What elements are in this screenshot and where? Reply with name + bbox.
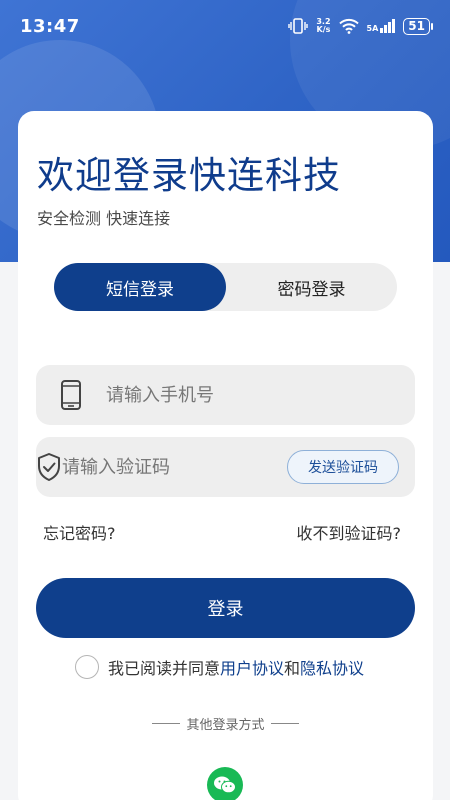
divider-line	[152, 723, 181, 724]
tab-password-login[interactable]: 密码登录	[226, 263, 397, 311]
page-title: 欢迎登录快连科技	[37, 154, 341, 197]
verification-code-field[interactable]: 发送验证码	[36, 437, 415, 497]
user-agreement-link[interactable]: 用户协议	[220, 655, 284, 679]
agreement-and: 和	[284, 659, 301, 678]
signal-label: 5A	[366, 24, 379, 33]
page-subtitle: 安全检测 快速连接	[37, 209, 171, 228]
no-code-link[interactable]: 收不到验证码?	[297, 520, 402, 544]
send-code-button[interactable]: 发送验证码	[287, 450, 399, 484]
status-time: 13:47	[20, 15, 80, 37]
wifi-icon	[338, 18, 359, 34]
other-login-divider: 其他登录方式	[18, 714, 433, 733]
agreement-prefix: 我已阅读并同意	[108, 659, 221, 678]
login-card: 欢迎登录快连科技 安全检测 快速连接 短信登录 密码登录 发送验证码 忘记密码?	[18, 111, 433, 800]
status-bar: 13:47 3.2 K/s 5A 51	[0, 0, 450, 52]
help-links: 忘记密码? 收不到验证码?	[43, 520, 401, 544]
login-method-tabs: 短信登录 密码登录	[54, 263, 397, 311]
shield-check-icon	[36, 452, 62, 482]
wechat-login-button[interactable]	[207, 767, 243, 800]
other-login-label: 其他登录方式	[186, 718, 265, 733]
phone-icon	[36, 379, 106, 411]
battery-indicator: 51	[403, 17, 433, 35]
agreement-checkbox[interactable]	[75, 655, 99, 679]
privacy-policy-link[interactable]: 隐私协议	[300, 655, 364, 679]
tab-sms-login[interactable]: 短信登录	[54, 263, 226, 311]
status-icons: 3.2 K/s 5A 51	[288, 17, 433, 35]
wechat-icon	[214, 776, 236, 794]
verification-code-input[interactable]	[62, 447, 287, 487]
battery-level: 51	[408, 19, 425, 33]
vibrate-icon	[288, 18, 309, 34]
phone-input[interactable]	[106, 375, 415, 415]
network-speed-unit: K/s	[316, 25, 331, 34]
login-button[interactable]: 登录	[36, 578, 415, 638]
network-speed: 3.2 K/s	[316, 18, 330, 34]
forgot-password-link[interactable]: 忘记密码?	[43, 520, 116, 544]
phone-field[interactable]	[36, 365, 415, 425]
divider-line	[270, 723, 299, 724]
cell-signal-icon: 5A	[367, 19, 396, 33]
agreement-row: 我已阅读并同意 用户协议 和 隐私协议	[75, 655, 364, 679]
